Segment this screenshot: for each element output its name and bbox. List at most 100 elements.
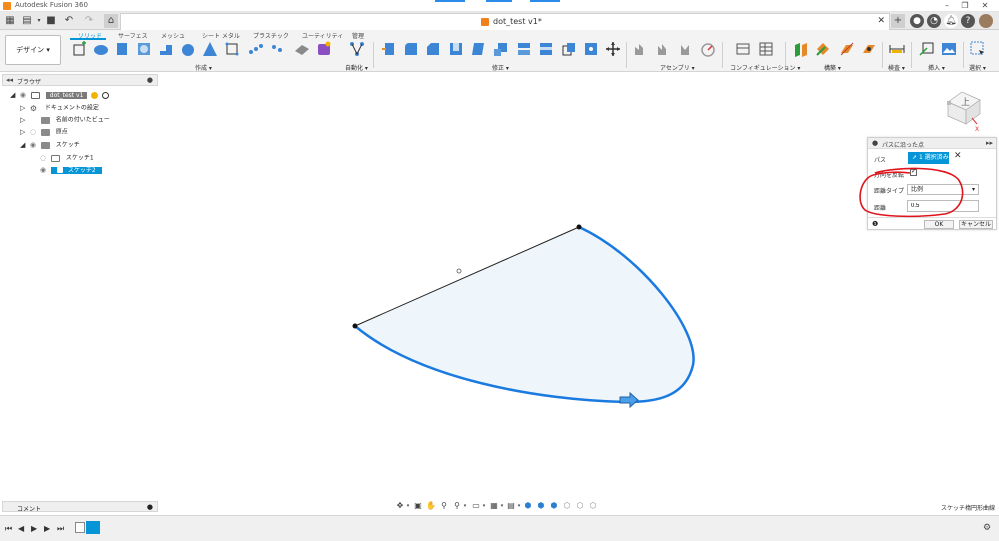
tab-plastic[interactable]: プラスチック [253, 31, 289, 40]
web-icon[interactable] [224, 41, 240, 57]
comments-pin-icon[interactable]: ● [147, 503, 153, 511]
timeline-sketch1-feature[interactable] [75, 522, 85, 533]
tab-utilities[interactable]: ユーティリティ [302, 31, 343, 40]
physical-material-icon[interactable] [583, 41, 599, 57]
pattern-icon[interactable] [248, 41, 264, 57]
browser-item-origin[interactable]: ▷ ◌ 原点 [20, 127, 68, 137]
help-icon[interactable]: ? [961, 14, 975, 28]
group-inspect[interactable]: 検査 ▾ [888, 63, 905, 72]
timeline-prev-icon[interactable]: ◀ [18, 524, 24, 533]
extensions-icon[interactable]: ● [910, 14, 924, 28]
dialog-menu-icon[interactable]: ● [872, 139, 878, 147]
axis-icon[interactable] [839, 41, 855, 57]
measure-icon[interactable] [889, 41, 905, 57]
visibility-eye-icon[interactable]: ◉ [20, 90, 29, 100]
configuration-table-icon[interactable] [758, 41, 774, 57]
dialog-header[interactable]: ● パスに沿った点 ▸▸ [868, 138, 996, 149]
timeline-settings-gear-icon[interactable]: ⚙ [983, 523, 991, 533]
viewcube-home-icon[interactable] [947, 101, 951, 105]
rib-icon[interactable] [202, 41, 218, 57]
cube-view-5-icon[interactable]: ⬡ [575, 501, 585, 511]
close-tab-icon[interactable]: ✕ [877, 16, 885, 26]
plane-at-angle-icon[interactable] [815, 41, 831, 57]
group-construct[interactable]: 構築 ▾ [824, 63, 841, 72]
insert-canvas-icon[interactable] [941, 41, 957, 57]
visibility-eye-icon[interactable]: ◉ [40, 165, 49, 175]
cube-view-3-icon[interactable]: ⬢ [549, 501, 559, 511]
browser-item-named-views[interactable]: ▷ 名前の付いたビュー [20, 115, 110, 125]
draft-icon[interactable] [470, 41, 486, 57]
expand-triangle-icon[interactable]: ▷ [20, 127, 28, 137]
ok-button[interactable]: OK [924, 220, 954, 229]
group-automate[interactable]: 自動化 ▾ [345, 63, 368, 72]
zoom-icon[interactable]: ⚲ [439, 501, 449, 511]
timeline-next-icon[interactable]: ▶ [44, 524, 50, 533]
data-panel-icon[interactable]: ▦ [3, 14, 17, 28]
group-modify[interactable]: 修正 ▾ [492, 63, 509, 72]
new-component-icon[interactable] [633, 41, 649, 57]
clear-selection-icon[interactable]: ✕ [954, 151, 962, 161]
distance-type-select[interactable]: 比例 ▾ [907, 184, 979, 195]
scale-icon[interactable] [493, 41, 509, 57]
create-form-icon[interactable] [93, 41, 109, 57]
configure-icon[interactable] [735, 41, 751, 57]
collapse-panel-icon[interactable]: ◂◂ [6, 76, 13, 84]
visibility-eye-icon[interactable]: ◌ [40, 153, 49, 163]
timeline-sketch2-feature[interactable] [86, 521, 100, 534]
browser-item-sketches[interactable]: ◢ ◉ スケッチ [20, 140, 80, 150]
mirror-icon[interactable] [270, 41, 286, 57]
insert-derive-icon[interactable] [919, 41, 935, 57]
comments-panel[interactable]: コメント ● [2, 501, 158, 513]
sketch-endpoint[interactable] [352, 323, 358, 329]
group-create[interactable]: 作成 ▾ [195, 63, 212, 72]
distance-input[interactable] [907, 200, 979, 212]
boundary-fill-icon[interactable] [316, 41, 332, 57]
display-chevron-icon[interactable]: ▾ [479, 501, 489, 511]
user-avatar[interactable] [979, 14, 993, 28]
timeline-last-icon[interactable]: ⏭ [57, 524, 64, 534]
zoom-chevron-icon[interactable]: ▾ [460, 501, 470, 511]
chamfer-icon[interactable] [425, 41, 441, 57]
maximize-icon[interactable]: ❐ [958, 0, 972, 11]
sweep-icon[interactable] [158, 41, 174, 57]
revolve-icon[interactable] [136, 41, 152, 57]
new-tab-icon[interactable]: + [891, 14, 905, 28]
midpoint-marker[interactable] [456, 268, 462, 274]
offset-plane-icon[interactable] [793, 41, 809, 57]
undo-icon[interactable]: ↶ [62, 14, 76, 28]
home-icon[interactable]: ⌂ [104, 14, 118, 28]
visibility-eye-icon[interactable]: ◌ [30, 127, 39, 137]
expand-triangle-icon[interactable]: ◢ [10, 90, 18, 100]
cube-view-2-icon[interactable]: ⬢ [536, 501, 546, 511]
job-status-icon[interactable]: ◔ [927, 14, 941, 28]
group-select[interactable]: 選択 ▾ [969, 63, 986, 72]
combine-icon[interactable] [516, 41, 532, 57]
motion-link-icon[interactable] [700, 41, 716, 57]
point-icon[interactable] [861, 41, 877, 57]
activate-radio-icon[interactable] [102, 92, 110, 99]
info-icon[interactable]: ❶ [872, 220, 878, 228]
path-selection-button[interactable]: ➚ 1 選択済み [908, 152, 949, 164]
tab-mesh[interactable]: メッシュ [161, 31, 185, 40]
press-pull-icon[interactable] [381, 41, 397, 57]
close-window-icon[interactable]: ✕ [978, 0, 992, 11]
visibility-eye-icon[interactable]: ◉ [30, 140, 39, 150]
automate-icon[interactable] [349, 41, 365, 57]
sketch-endpoint[interactable] [576, 224, 582, 230]
thicken-icon[interactable] [294, 41, 310, 57]
expand-triangle-icon[interactable]: ▷ [20, 115, 28, 125]
timeline-play-icon[interactable]: ▶ [31, 524, 37, 533]
browser-item-document-settings[interactable]: ▷ ⚙ ドキュメントの設定 [20, 103, 99, 113]
pin-icon[interactable]: ● [147, 76, 153, 84]
cube-view-4-icon[interactable]: ⬡ [562, 501, 572, 511]
cube-view-1-icon[interactable]: ⬢ [523, 501, 533, 511]
expand-triangle-icon[interactable]: ▷ [20, 103, 28, 113]
browser-item-sketch2[interactable]: ◉ スケッチ2 [40, 165, 102, 175]
timeline-first-icon[interactable]: ⏮ [5, 524, 12, 534]
pan-icon[interactable]: ✋ [426, 501, 436, 511]
save-icon[interactable]: ■ [44, 14, 58, 28]
shell-icon[interactable] [448, 41, 464, 57]
expand-triangle-icon[interactable]: ◢ [20, 140, 28, 150]
joint-icon[interactable] [655, 41, 671, 57]
workspace-switcher-button[interactable]: デザイン ▾ [5, 35, 61, 65]
